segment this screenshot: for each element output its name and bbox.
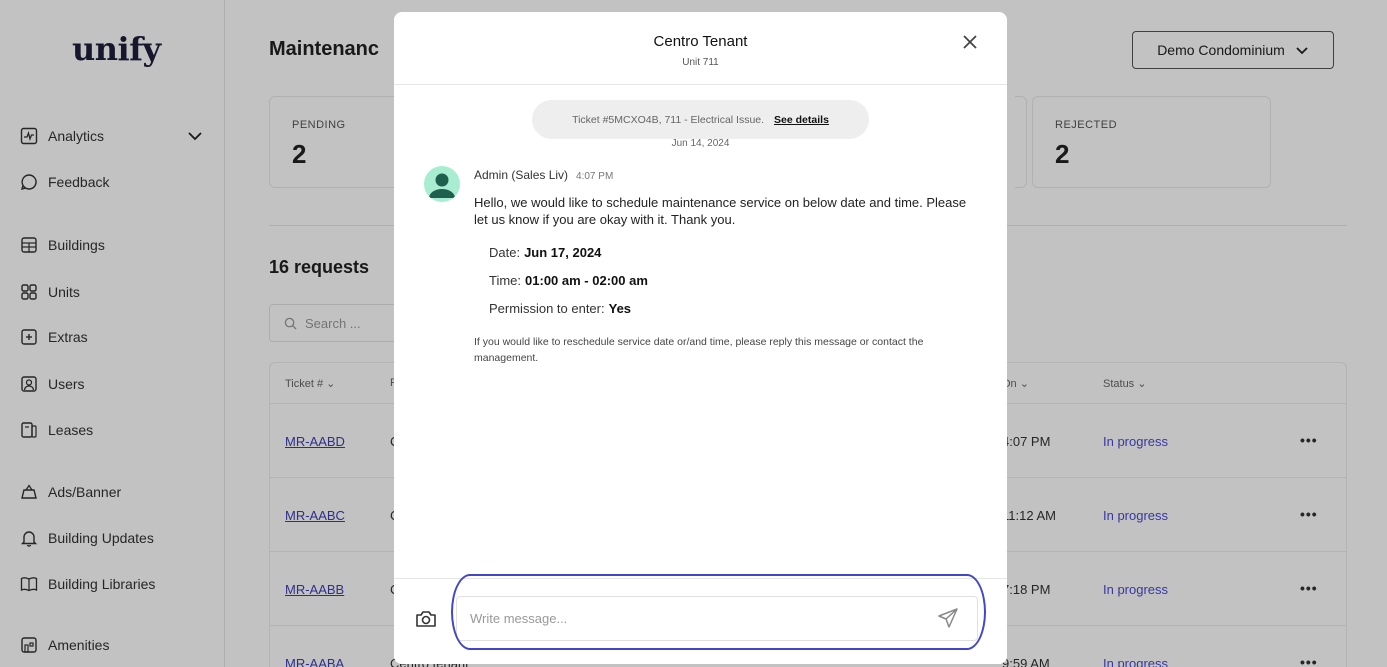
avatar	[424, 166, 460, 202]
detail-time: Time: 01:00 am - 02:00 am	[489, 273, 648, 288]
sender-name: Admin (Sales Liv)	[474, 168, 569, 182]
modal-header: Centro Tenant Unit 711	[394, 12, 1007, 85]
message-footer-note: If you would like to reschedule service …	[474, 336, 924, 364]
camera-icon[interactable]	[414, 607, 438, 631]
compose-bar	[394, 578, 1007, 664]
send-icon[interactable]	[937, 607, 959, 629]
ticket-info-text: Ticket #5MCXO4B, 711 - Electrical Issue.	[572, 113, 765, 126]
detail-date: Date: Jun 17, 2024	[489, 245, 602, 260]
chat-modal: Centro Tenant Unit 711 Ticket #5MCXO4B, …	[394, 12, 1007, 664]
see-details-link[interactable]: See details	[774, 114, 829, 126]
user-avatar-icon	[429, 173, 455, 198]
detail-permission: Permission to enter: Yes	[489, 301, 632, 316]
modal-title: Centro Tenant	[653, 33, 748, 50]
modal-subtitle: Unit 711	[682, 57, 719, 68]
message-sender: Admin (Sales Liv) 4:07 PM	[474, 168, 613, 182]
message-body: Hello, we would like to schedule mainten…	[474, 195, 967, 227]
message-time: 4:07 PM	[576, 171, 614, 182]
message-date: Jun 14, 2024	[671, 138, 730, 149]
close-icon[interactable]	[960, 32, 980, 52]
message-input[interactable]	[456, 596, 978, 641]
ticket-info-pill: Ticket #5MCXO4B, 711 - Electrical Issue.…	[532, 100, 869, 139]
